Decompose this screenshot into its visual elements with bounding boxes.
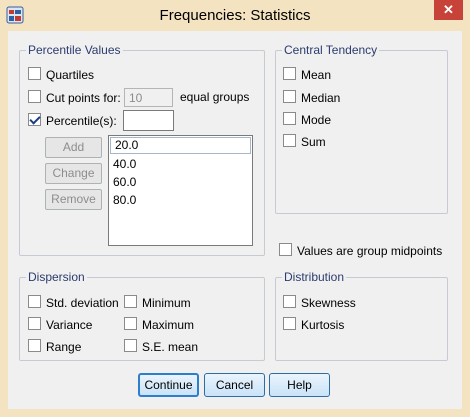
skewness-checkbox-box[interactable] bbox=[283, 295, 296, 309]
std-deviation-label: Std. deviation bbox=[46, 295, 119, 310]
se-mean-checkbox-box[interactable] bbox=[124, 339, 137, 353]
kurtosis-checkbox-box[interactable] bbox=[283, 317, 296, 331]
sum-checkbox-box[interactable] bbox=[283, 134, 296, 148]
variance-checkbox-box[interactable] bbox=[28, 317, 41, 331]
mode-checkbox[interactable]: Mode bbox=[283, 112, 331, 128]
percentile-values-group: Percentile Values Quartiles Cut points f… bbox=[19, 43, 265, 256]
median-label: Median bbox=[301, 90, 341, 105]
close-icon: ✕ bbox=[443, 2, 454, 17]
central-tendency-title: Central Tendency bbox=[282, 43, 380, 57]
percentiles-checkbox[interactable]: Percentile(s): bbox=[28, 113, 117, 129]
mean-checkbox-box[interactable] bbox=[283, 67, 296, 81]
percentile-list[interactable]: 20.0 40.0 60.0 80.0 bbox=[108, 135, 253, 246]
mode-label: Mode bbox=[301, 112, 332, 127]
minimum-checkbox-box[interactable] bbox=[124, 295, 137, 309]
distribution-title: Distribution bbox=[282, 270, 347, 284]
median-checkbox[interactable]: Median bbox=[283, 90, 340, 106]
range-label: Range bbox=[46, 339, 82, 354]
percentiles-label: Percentile(s): bbox=[46, 113, 117, 128]
list-item[interactable]: 80.0 bbox=[109, 191, 252, 209]
list-item[interactable]: 40.0 bbox=[109, 155, 252, 173]
quartiles-label: Quartiles bbox=[46, 67, 95, 82]
range-checkbox[interactable]: Range bbox=[28, 339, 81, 355]
list-item[interactable]: 20.0 bbox=[110, 137, 251, 154]
std-deviation-checkbox-box[interactable] bbox=[28, 295, 41, 309]
dialog-body: Percentile Values Quartiles Cut points f… bbox=[8, 31, 462, 409]
cut-points-input[interactable]: 10 bbox=[124, 88, 173, 107]
maximum-label: Maximum bbox=[142, 317, 195, 332]
minimum-checkbox[interactable]: Minimum bbox=[124, 295, 191, 311]
maximum-checkbox[interactable]: Maximum bbox=[124, 317, 194, 333]
mode-checkbox-box[interactable] bbox=[283, 112, 296, 126]
quartiles-checkbox[interactable]: Quartiles bbox=[28, 67, 94, 83]
se-mean-label: S.E. mean bbox=[142, 339, 199, 354]
central-tendency-group: Central Tendency Mean Median Mode Sum bbox=[275, 43, 448, 214]
continue-button[interactable]: Continue bbox=[138, 373, 199, 397]
cancel-button[interactable]: Cancel bbox=[204, 373, 265, 397]
group-midpoints-checkbox[interactable]: Values are group midpoints bbox=[279, 243, 442, 259]
list-item[interactable]: 60.0 bbox=[109, 173, 252, 191]
group-midpoints-label: Values are group midpoints bbox=[297, 243, 443, 258]
cut-points-label: Cut points for: bbox=[46, 90, 121, 105]
change-button[interactable]: Change bbox=[45, 163, 102, 184]
percentiles-checkbox-box[interactable] bbox=[28, 113, 41, 127]
minimum-label: Minimum bbox=[142, 295, 191, 310]
kurtosis-checkbox[interactable]: Kurtosis bbox=[283, 317, 344, 333]
mean-label: Mean bbox=[301, 67, 332, 82]
help-button[interactable]: Help bbox=[269, 373, 330, 397]
median-checkbox-box[interactable] bbox=[283, 90, 296, 104]
title-bar: Frequencies: Statistics ✕ bbox=[0, 0, 470, 31]
std-deviation-checkbox[interactable]: Std. deviation bbox=[28, 295, 119, 311]
range-checkbox-box[interactable] bbox=[28, 339, 41, 353]
group-midpoints-checkbox-box[interactable] bbox=[279, 243, 292, 257]
percentile-input[interactable] bbox=[123, 110, 174, 131]
mean-checkbox[interactable]: Mean bbox=[283, 67, 331, 83]
variance-checkbox[interactable]: Variance bbox=[28, 317, 92, 333]
sum-checkbox[interactable]: Sum bbox=[283, 134, 326, 150]
skewness-label: Skewness bbox=[301, 295, 356, 310]
distribution-group: Distribution Skewness Kurtosis bbox=[275, 270, 448, 361]
maximum-checkbox-box[interactable] bbox=[124, 317, 137, 331]
quartiles-checkbox-box[interactable] bbox=[28, 67, 41, 81]
dispersion-group: Dispersion Std. deviation Minimum Varian… bbox=[19, 270, 265, 361]
percentile-values-title: Percentile Values bbox=[26, 43, 123, 57]
kurtosis-label: Kurtosis bbox=[301, 317, 345, 332]
cut-points-checkbox[interactable]: Cut points for: bbox=[28, 90, 121, 106]
equal-groups-label: equal groups bbox=[180, 90, 250, 104]
add-button[interactable]: Add bbox=[45, 137, 102, 158]
skewness-checkbox[interactable]: Skewness bbox=[283, 295, 356, 311]
close-button[interactable]: ✕ bbox=[434, 0, 463, 20]
cut-points-checkbox-box[interactable] bbox=[28, 90, 41, 104]
se-mean-checkbox[interactable]: S.E. mean bbox=[124, 339, 198, 355]
remove-button[interactable]: Remove bbox=[45, 189, 102, 210]
window-title: Frequencies: Statistics bbox=[159, 7, 311, 24]
sum-label: Sum bbox=[301, 134, 326, 149]
dispersion-title: Dispersion bbox=[26, 270, 87, 284]
variance-label: Variance bbox=[46, 317, 93, 332]
